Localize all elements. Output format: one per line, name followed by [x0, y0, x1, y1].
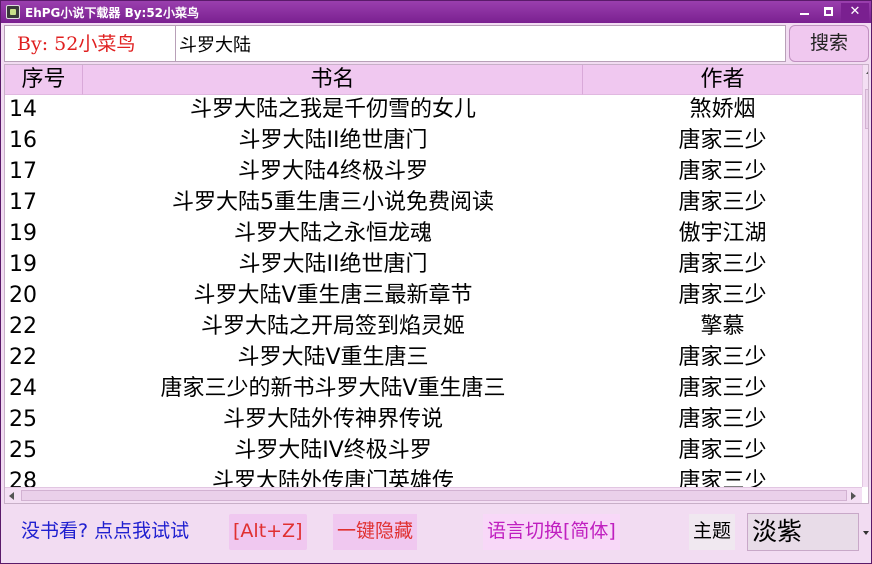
table-row[interactable]: 28 斗罗大陆外传唐门英雄传 唐家三少 [5, 467, 862, 487]
table-row[interactable]: 19 斗罗大陆之永恒龙魂 傲宇江湖 [5, 219, 862, 250]
author-credit-label: By: 52小菜鸟 [4, 25, 176, 62]
row-author: 傲宇江湖 [678, 221, 767, 246]
table-row[interactable]: 19 斗罗大陆II绝世唐门 唐家三少 [5, 250, 862, 281]
row-title: 唐家三少的新书斗罗大陆V重生唐三 [160, 376, 506, 401]
column-header-index[interactable]: 序号 [5, 65, 83, 95]
results-grid: 序号 书名 作者 14 斗罗大陆之我是千仞雪的女儿 煞娇烟 16 斗罗大陆II绝… [4, 64, 869, 504]
table-row[interactable]: 20 斗罗大陆V重生唐三最新章节 唐家三少 [5, 281, 862, 312]
search-button[interactable]: 搜索 [789, 25, 869, 62]
row-author: 唐家三少 [678, 128, 767, 153]
row-title: 斗罗大陆5重生唐三小说免费阅读 [172, 190, 494, 215]
minimize-icon [799, 13, 809, 15]
chevron-down-icon[interactable] [861, 520, 871, 546]
row-title: 斗罗大陆V重生唐三 [237, 345, 429, 370]
row-index: 19 [9, 221, 37, 246]
row-title: 斗罗大陆V重生唐三最新章节 [193, 283, 473, 308]
table-row[interactable]: 17 斗罗大陆4终极斗罗 唐家三少 [5, 157, 862, 188]
app-icon [6, 5, 20, 19]
row-author: 擎慕 [700, 314, 745, 339]
row-author: 唐家三少 [678, 438, 767, 463]
row-index: 17 [9, 159, 37, 184]
row-title: 斗罗大陆II绝世唐门 [238, 128, 428, 153]
table-row[interactable]: 24 唐家三少的新书斗罗大陆V重生唐三 唐家三少 [5, 374, 862, 405]
minimize-button[interactable] [793, 3, 815, 21]
bottom-toolbar: 没书看? 点点我试试 [Alt+Z] 一键隐藏 语言切换[简体] 主题 淡紫 [1, 506, 871, 563]
grid-header: 序号 书名 作者 [5, 65, 862, 95]
hide-window-button[interactable]: 一键隐藏 [333, 514, 418, 550]
row-author: 唐家三少 [678, 283, 767, 308]
row-title: 斗罗大陆IV终极斗罗 [234, 438, 432, 463]
row-author: 煞娇烟 [689, 97, 756, 122]
row-index: 22 [9, 314, 37, 339]
row-index: 25 [9, 407, 37, 432]
row-index: 24 [9, 376, 37, 401]
theme-select[interactable]: 淡紫 [747, 513, 859, 551]
scroll-right-icon[interactable] [851, 492, 856, 500]
row-author: 唐家三少 [678, 469, 767, 487]
row-index: 19 [9, 252, 37, 277]
row-title: 斗罗大陆II绝世唐门 [238, 252, 428, 277]
row-title: 斗罗大陆外传唐门英雄传 [211, 469, 454, 487]
hotkey-label: [Alt+Z] [229, 514, 307, 550]
row-title: 斗罗大陆之开局签到焰灵姬 [200, 314, 465, 339]
theme-label: 主题 [689, 514, 736, 550]
close-icon: ✕ [849, 4, 861, 19]
table-row[interactable]: 25 斗罗大陆外传神界传说 唐家三少 [5, 405, 862, 436]
random-book-link[interactable]: 没书看? 点点我试试 [17, 514, 193, 550]
row-index: 14 [9, 97, 37, 122]
maximize-icon [823, 7, 833, 16]
scroll-up-icon[interactable] [866, 69, 868, 74]
row-index: 28 [9, 469, 37, 487]
row-author: 唐家三少 [678, 190, 767, 215]
table-row[interactable]: 22 斗罗大陆V重生唐三 唐家三少 [5, 343, 862, 374]
horizontal-scrollbar[interactable] [5, 487, 862, 503]
row-author: 唐家三少 [678, 252, 767, 277]
vertical-scrollbar[interactable] [862, 65, 868, 487]
table-row[interactable]: 25 斗罗大陆IV终极斗罗 唐家三少 [5, 436, 862, 467]
row-title: 斗罗大陆之永恒龙魂 [233, 221, 432, 246]
row-index: 17 [9, 190, 37, 215]
table-row[interactable]: 14 斗罗大陆之我是千仞雪的女儿 煞娇烟 [5, 95, 862, 126]
column-header-title[interactable]: 书名 [83, 65, 583, 95]
column-header-author[interactable]: 作者 [583, 65, 862, 95]
table-row[interactable]: 17 斗罗大陆5重生唐三小说免费阅读 唐家三少 [5, 188, 862, 219]
row-author: 唐家三少 [678, 376, 767, 401]
row-index: 22 [9, 345, 37, 370]
row-author: 唐家三少 [678, 407, 767, 432]
app-window: EhPG小说下载器 By:52小菜鸟 ✕ By: 52小菜鸟 搜索 序号 书名 … [0, 0, 872, 564]
search-input[interactable] [176, 25, 786, 62]
title-bar[interactable]: EhPG小说下载器 By:52小菜鸟 ✕ [1, 1, 871, 23]
row-title: 斗罗大陆外传神界传说 [222, 407, 443, 432]
row-author: 唐家三少 [678, 159, 767, 184]
window-title: EhPG小说下载器 By:52小菜鸟 [25, 6, 200, 20]
table-row[interactable]: 22 斗罗大陆之开局签到焰灵姬 擎慕 [5, 312, 862, 343]
row-index: 25 [9, 438, 37, 463]
vertical-scroll-thumb[interactable] [865, 89, 868, 129]
row-title: 斗罗大陆之我是千仞雪的女儿 [189, 97, 476, 122]
maximize-button[interactable] [817, 3, 839, 21]
row-index: 20 [9, 283, 37, 308]
close-button[interactable]: ✕ [841, 3, 869, 21]
scroll-left-icon[interactable] [9, 492, 14, 500]
table-row[interactable]: 16 斗罗大陆II绝世唐门 唐家三少 [5, 126, 862, 157]
row-index: 16 [9, 128, 37, 153]
horizontal-scroll-thumb[interactable] [21, 490, 847, 501]
row-title: 斗罗大陆4终极斗罗 [238, 159, 428, 184]
grid-rows: 14 斗罗大陆之我是千仞雪的女儿 煞娇烟 16 斗罗大陆II绝世唐门 唐家三少 … [5, 95, 862, 487]
row-author: 唐家三少 [678, 345, 767, 370]
language-switch-button[interactable]: 语言切换[简体] [483, 514, 620, 550]
